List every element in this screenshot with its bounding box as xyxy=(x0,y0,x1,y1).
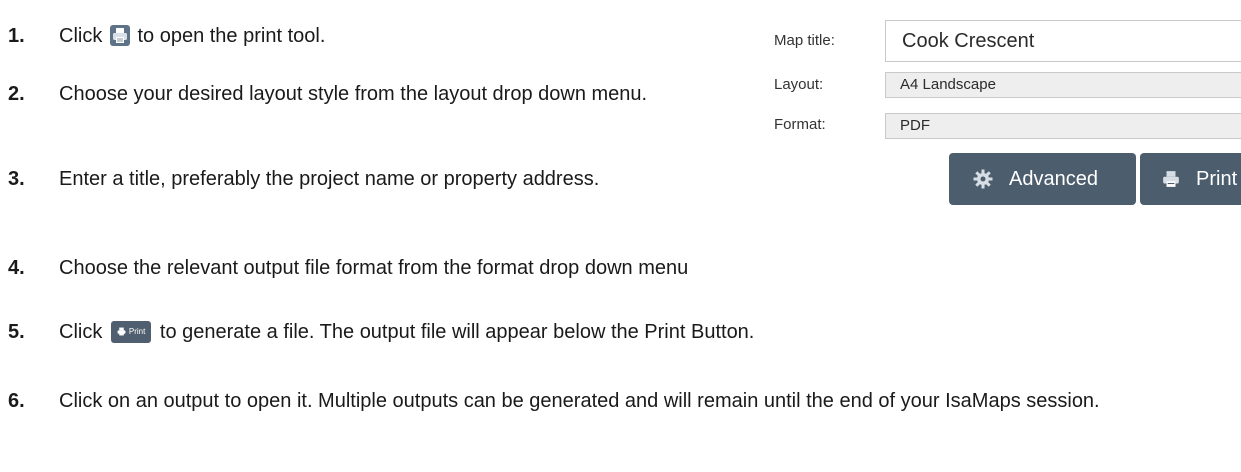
step-3: 3. Enter a title, preferably the project… xyxy=(8,165,708,194)
print-tool-panel: Map title: Cook Crescent Layout: A4 Land… xyxy=(760,0,1241,205)
advanced-button[interactable]: Advanced xyxy=(949,153,1136,205)
printer-icon xyxy=(1163,171,1179,187)
step-text: Click Print to generate a file. The outp… xyxy=(59,318,1228,347)
step-text: Click on an output to open it. Multiple … xyxy=(59,390,1100,412)
step-text: Choose your desired layout style from th… xyxy=(59,83,648,105)
printer-icon xyxy=(117,327,126,336)
step-4: 4. Choose the relevant output file forma… xyxy=(8,254,1228,283)
step-text: Enter a title, preferably the project na… xyxy=(59,168,600,190)
step-2: 2. Choose your desired layout style from… xyxy=(8,80,708,109)
print-button-label: Print xyxy=(1196,167,1238,190)
inline-print-button-label: Print xyxy=(128,327,146,336)
step-text-after: to open the print tool. xyxy=(137,25,326,47)
step-6: 6. Click on an output to open it. Multip… xyxy=(8,387,1233,416)
gear-icon xyxy=(973,169,993,189)
layout-label: Layout: xyxy=(774,76,824,93)
step-text: Click to open the print tool. xyxy=(59,22,325,51)
step-number: 6. xyxy=(8,390,25,412)
step-5: 5. Click Print to generate a file. The o… xyxy=(8,318,1228,347)
printer-icon[interactable] xyxy=(109,25,130,46)
map-title-input[interactable]: Cook Crescent xyxy=(885,20,1241,62)
step-text-before: Click xyxy=(59,25,103,47)
step-1: 1. Click to open the print tool. xyxy=(8,22,325,51)
step-number: 2. xyxy=(8,83,25,105)
step-number: 5. xyxy=(8,321,25,343)
step-number: 1. xyxy=(8,25,25,47)
step-text: Choose the relevant output file format f… xyxy=(59,257,689,279)
step-text-after: to generate a file. The output file will… xyxy=(159,321,755,343)
format-label: Format: xyxy=(774,116,826,133)
format-select[interactable]: PDF xyxy=(885,113,1241,139)
step-number: 3. xyxy=(8,168,25,190)
layout-select[interactable]: A4 Landscape xyxy=(885,72,1241,98)
step-number: 4. xyxy=(8,257,25,279)
advanced-button-label: Advanced xyxy=(1009,167,1098,190)
inline-print-button[interactable]: Print xyxy=(110,320,152,343)
print-button[interactable]: Print xyxy=(1140,153,1241,205)
step-text-before: Click xyxy=(59,321,103,343)
map-title-label: Map title: xyxy=(774,32,835,49)
